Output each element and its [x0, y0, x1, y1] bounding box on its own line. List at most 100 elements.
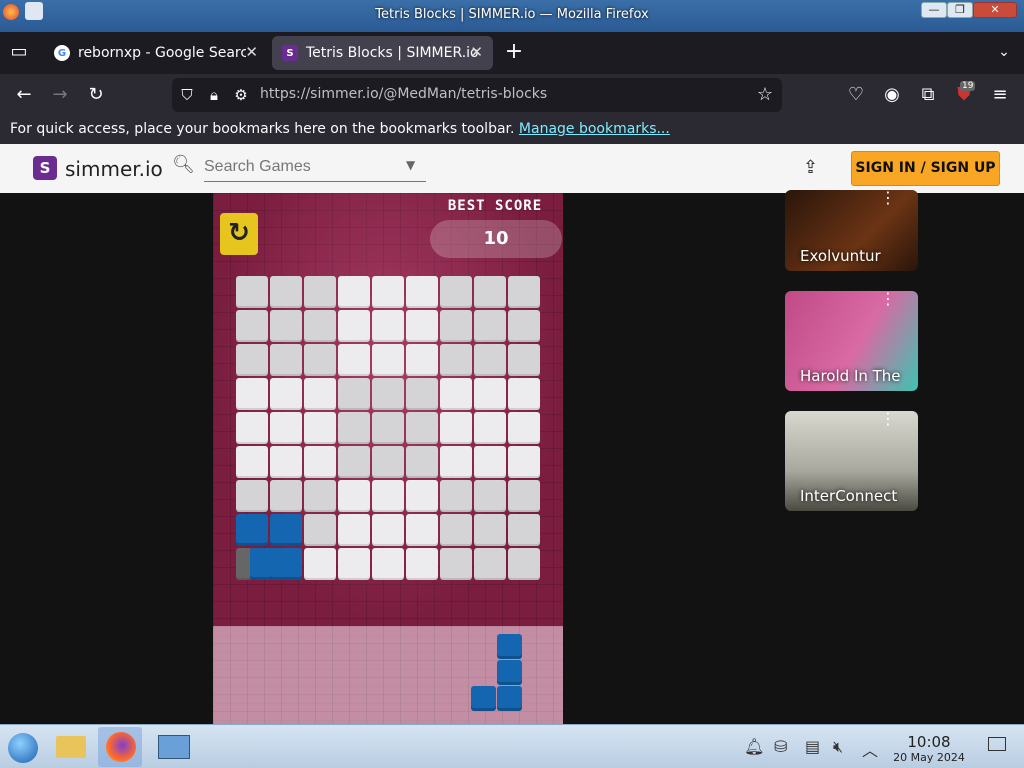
game-card-exolvuntur[interactable]: ⋮ Exolvuntur	[785, 190, 918, 271]
url-bar[interactable]: ⛉ 🔒︎ ⚙ https://simmer.io/@MedMan/tetris-…	[172, 78, 782, 112]
board-cell[interactable]	[236, 446, 268, 478]
show-desktop-icon[interactable]	[988, 737, 1006, 751]
back-icon[interactable]: ←	[13, 84, 35, 106]
bookmark-star-icon[interactable]: ☆	[754, 84, 776, 106]
menu-icon[interactable]: ≡	[989, 84, 1011, 106]
board-cell[interactable]	[338, 276, 370, 308]
network-icon[interactable]: ⛁	[774, 737, 787, 756]
search-games-input[interactable]	[204, 152, 426, 182]
board-cell[interactable]	[372, 344, 404, 376]
board-cell[interactable]	[304, 310, 336, 342]
board-cell[interactable]	[440, 378, 472, 410]
tab-tetris-blocks[interactable]: S Tetris Blocks | SIMMER.io ✕	[272, 36, 493, 70]
game-board[interactable]	[236, 276, 543, 582]
account-icon[interactable]: ◉	[881, 84, 903, 106]
board-cell[interactable]	[372, 446, 404, 478]
simmer-logo-icon[interactable]: S	[33, 156, 57, 180]
board-cell[interactable]	[406, 276, 438, 308]
clock[interactable]: 10:08 20 May 2024	[888, 733, 970, 764]
board-cell[interactable]	[270, 276, 302, 308]
board-cell[interactable]	[440, 344, 472, 376]
close-window-button[interactable]: ✕	[973, 2, 1017, 18]
board-cell[interactable]	[372, 548, 404, 580]
restart-icon[interactable]: ↻	[220, 213, 258, 255]
board-cell[interactable]	[440, 514, 472, 546]
board-cell[interactable]	[372, 276, 404, 308]
board-cell[interactable]	[474, 310, 506, 342]
notification-icon[interactable]: 🔔︎	[744, 737, 764, 756]
forward-icon[interactable]: →	[49, 84, 71, 106]
board-cell[interactable]	[440, 548, 472, 580]
board-cell[interactable]	[304, 548, 336, 580]
board-cell[interactable]	[338, 412, 370, 444]
url-text[interactable]: https://simmer.io/@MedMan/tetris-blocks	[260, 86, 547, 102]
board-cell[interactable]	[270, 310, 302, 342]
next-piece-block[interactable]	[471, 686, 496, 711]
tray-expand-icon[interactable]: ︿	[862, 737, 878, 761]
board-cell[interactable]	[440, 412, 472, 444]
next-piece-block[interactable]	[497, 660, 522, 685]
board-cell[interactable]	[474, 514, 506, 546]
board-cell[interactable]	[338, 480, 370, 512]
board-cell[interactable]	[372, 480, 404, 512]
more-options-icon[interactable]: ⋮	[880, 291, 896, 307]
firefox-taskbar-icon[interactable]	[98, 727, 142, 767]
board-cell[interactable]	[406, 480, 438, 512]
board-cell[interactable]	[338, 514, 370, 546]
board-cell[interactable]	[338, 310, 370, 342]
board-cell[interactable]	[508, 446, 540, 478]
reload-icon[interactable]: ↻	[85, 84, 107, 106]
tab-list-icon[interactable]: ▭	[8, 41, 30, 63]
board-cell[interactable]	[236, 344, 268, 376]
pocket-icon[interactable]: ♡	[845, 84, 867, 106]
extensions-icon[interactable]: ⧉	[917, 84, 939, 106]
board-cell[interactable]	[406, 514, 438, 546]
board-cell[interactable]	[474, 548, 506, 580]
board-cell[interactable]	[270, 412, 302, 444]
more-options-icon[interactable]: ⋮	[880, 190, 896, 206]
sign-in-button[interactable]: SIGN IN / SIGN UP	[851, 151, 1000, 186]
restore-button[interactable]: ❐	[947, 2, 973, 18]
new-tab-button[interactable]: +	[503, 41, 525, 63]
site-logo-text[interactable]: simmer.io	[65, 157, 163, 181]
board-cell[interactable]	[508, 480, 540, 512]
board-cell[interactable]	[508, 548, 540, 580]
board-cell[interactable]	[440, 480, 472, 512]
board-cell[interactable]	[236, 480, 268, 512]
board-cell[interactable]	[508, 412, 540, 444]
board-cell[interactable]	[474, 412, 506, 444]
more-options-icon[interactable]: ⋮	[880, 411, 896, 427]
board-cell[interactable]	[474, 344, 506, 376]
board-cell[interactable]	[270, 480, 302, 512]
board-cell[interactable]	[440, 446, 472, 478]
board-cell[interactable]	[304, 412, 336, 444]
board-cell[interactable]	[474, 446, 506, 478]
upload-icon[interactable]: ⇪	[803, 157, 818, 178]
game-card-interconnect[interactable]: ⋮ InterConnect	[785, 411, 918, 511]
board-cell[interactable]	[304, 344, 336, 376]
next-piece-block[interactable]	[497, 634, 522, 659]
board-cell[interactable]	[372, 378, 404, 410]
start-button[interactable]	[2, 727, 46, 767]
board-cell[interactable]	[440, 276, 472, 308]
board-cell[interactable]	[474, 378, 506, 410]
board-cell[interactable]	[304, 378, 336, 410]
search-dropdown-icon[interactable]: ▼	[406, 158, 415, 172]
volume-muted-icon[interactable]: 🔇︎	[833, 737, 843, 757]
board-cell[interactable]	[304, 514, 336, 546]
next-piece-block[interactable]	[497, 686, 522, 711]
game-canvas[interactable]: ↻ BEST SCORE 10	[213, 193, 563, 724]
game-card-harold-in-the[interactable]: ⋮ Harold In The	[785, 291, 918, 391]
close-tab-icon[interactable]: ✕	[470, 43, 483, 61]
board-cell[interactable]	[372, 514, 404, 546]
minimize-button[interactable]: —	[921, 2, 947, 18]
board-cell[interactable]	[304, 446, 336, 478]
board-cell[interactable]	[406, 378, 438, 410]
board-cell[interactable]	[338, 446, 370, 478]
board-cell[interactable]	[270, 446, 302, 478]
board-cell[interactable]	[406, 344, 438, 376]
board-cell[interactable]	[236, 378, 268, 410]
board-cell[interactable]	[270, 378, 302, 410]
board-cell[interactable]	[270, 344, 302, 376]
board-cell[interactable]	[236, 514, 268, 546]
